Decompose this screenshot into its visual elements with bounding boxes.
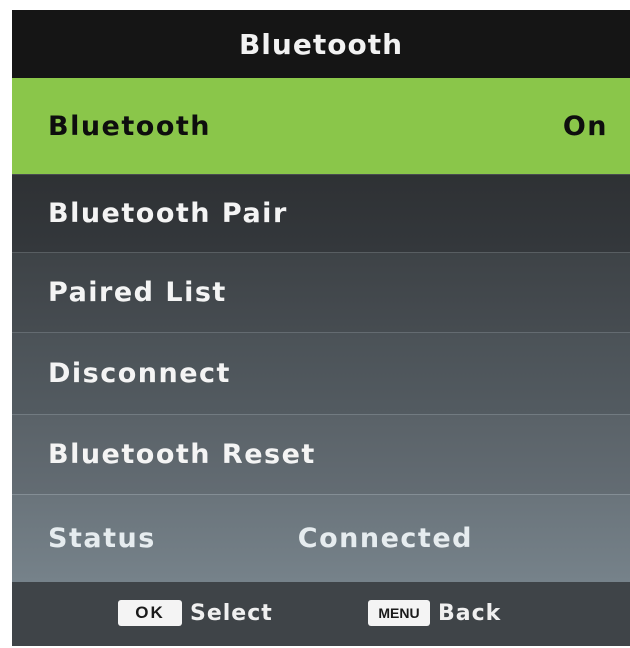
menu-item-disconnect[interactable]: Disconnect [12, 332, 630, 414]
bluetooth-state-value: On [562, 110, 608, 142]
menu-item-label: Bluetooth Reset [48, 439, 316, 470]
ok-select-hint[interactable]: OK Select [118, 600, 273, 626]
bluetooth-menu-screen: Bluetooth Bluetooth On Bluetooth Pair Pa… [12, 10, 630, 646]
menu-hint-label: Back [438, 600, 502, 626]
menu-back-hint[interactable]: MENU Back [368, 600, 501, 626]
menu-item-paired-list[interactable]: Paired List [12, 252, 630, 332]
button-hint-bar: OK Select MENU Back [12, 582, 630, 646]
ok-hint-label: Select [190, 600, 273, 626]
ok-key-icon: OK [118, 600, 182, 626]
menu-title-bar: Bluetooth [12, 10, 630, 78]
menu-item-label: Paired List [48, 277, 227, 308]
status-value: Connected [297, 523, 473, 554]
status-row: Status Connected [12, 494, 630, 582]
menu-item-label: Disconnect [48, 358, 231, 389]
menu-item-bluetooth-pair[interactable]: Bluetooth Pair [12, 174, 630, 252]
status-label: Status [48, 523, 156, 554]
menu-title: Bluetooth [238, 27, 404, 61]
menu-item-bluetooth[interactable]: Bluetooth On [12, 78, 630, 174]
menu-key-icon: MENU [368, 600, 430, 626]
menu-item-label: Bluetooth Pair [48, 198, 288, 229]
menu-item-bluetooth-reset[interactable]: Bluetooth Reset [12, 414, 630, 494]
menu-item-label: Bluetooth [48, 110, 212, 142]
